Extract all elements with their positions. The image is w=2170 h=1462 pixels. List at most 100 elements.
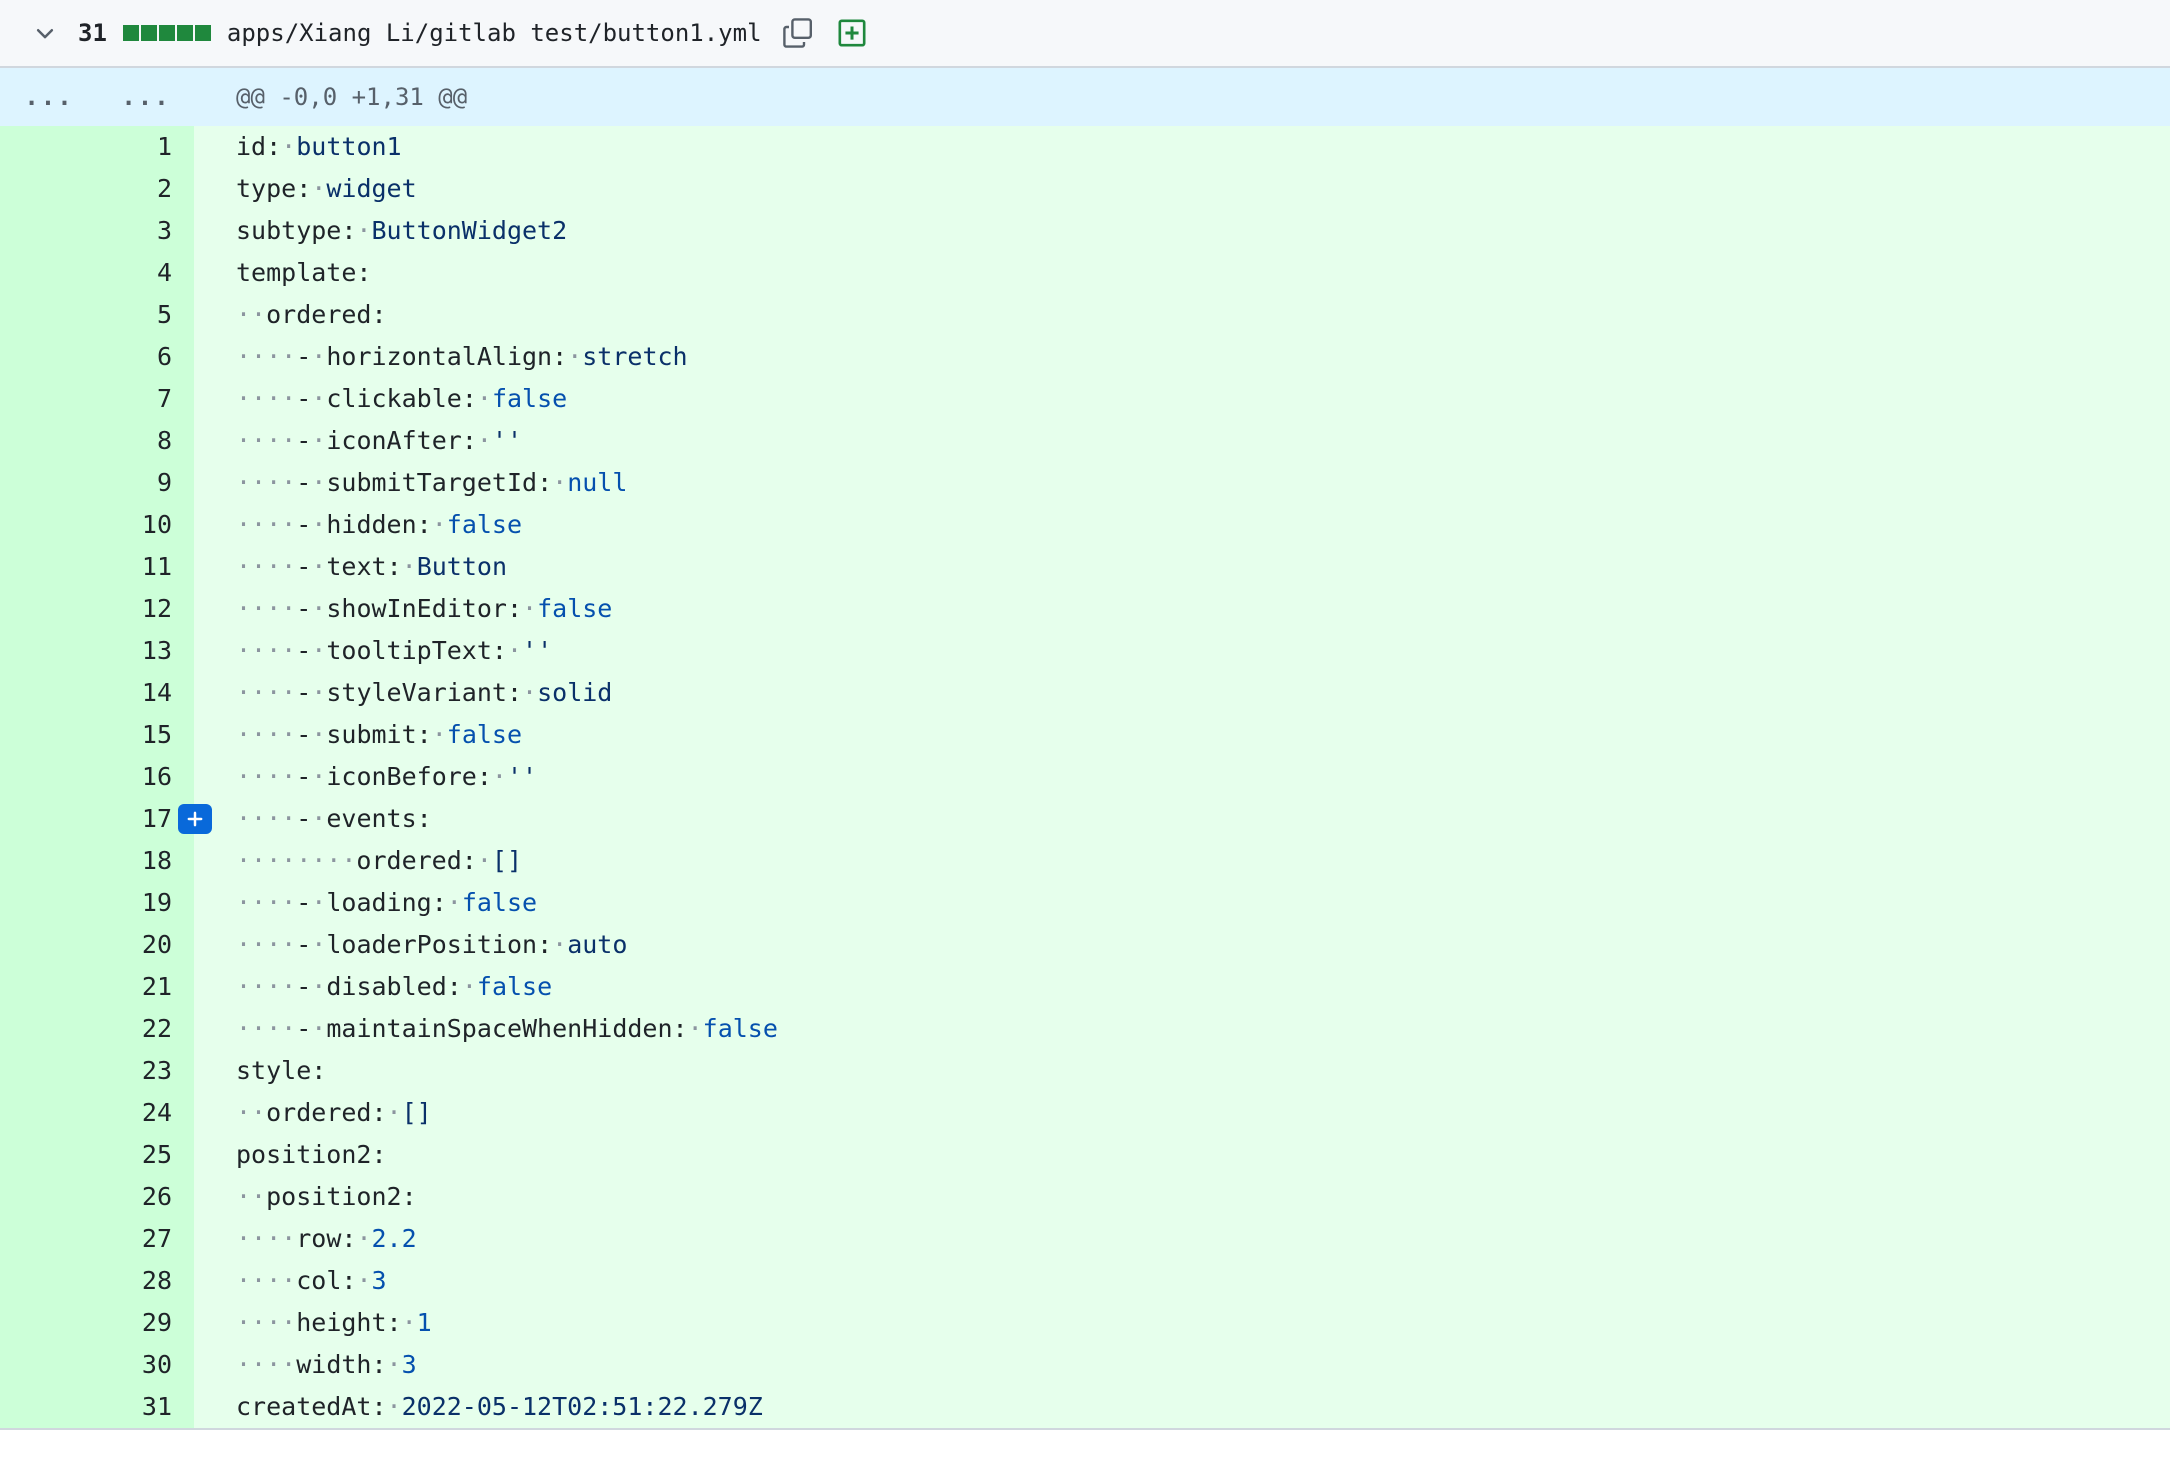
whitespace-marker: ·: [476, 426, 492, 455]
yaml-colon: :: [341, 216, 357, 245]
code-line: subtype:·ButtonWidget2: [194, 210, 2170, 252]
line-number: 4: [156, 258, 172, 287]
whitespace-marker: ·: [356, 1266, 372, 1295]
new-line-number[interactable]: 16: [98, 756, 194, 798]
new-line-number[interactable]: 25: [98, 1134, 194, 1176]
new-line-number[interactable]: 26: [98, 1176, 194, 1218]
yaml-key: disabled: [326, 972, 447, 1001]
whitespace-marker: ·: [401, 552, 417, 581]
diff-line: 21 ····-·disabled:·false: [0, 966, 2170, 1008]
old-line-number: [0, 1176, 98, 1218]
whitespace-marker: ····: [236, 678, 297, 707]
diff-lines: 1 id:·button1 2 type:·widget 3 subtype:·Butto…: [0, 126, 2170, 1428]
line-number: 3: [156, 216, 172, 245]
yaml-value: button1: [296, 132, 402, 161]
new-line-number[interactable]: 28: [98, 1260, 194, 1302]
new-line-number[interactable]: 18: [98, 840, 194, 882]
new-line-number[interactable]: 2: [98, 168, 194, 210]
new-line-number[interactable]: 14: [98, 672, 194, 714]
line-number: 2: [156, 174, 172, 203]
new-line-number[interactable]: 3: [98, 210, 194, 252]
new-line-number[interactable]: 12: [98, 588, 194, 630]
expand-old-button[interactable]: ...: [0, 83, 98, 111]
whitespace-marker: ····: [236, 930, 297, 959]
whitespace-marker: ····: [236, 972, 297, 1001]
yaml-key: text: [326, 552, 387, 581]
new-line-number[interactable]: 5: [98, 294, 194, 336]
whitespace-marker: ·: [311, 1014, 327, 1043]
yaml-key: createdAt: [236, 1392, 372, 1421]
old-line-number: [0, 672, 98, 714]
new-line-number[interactable]: 10: [98, 504, 194, 546]
yaml-value: '': [506, 762, 538, 791]
old-line-number: [0, 630, 98, 672]
new-line-number[interactable]: 8: [98, 420, 194, 462]
add-comment-button[interactable]: [178, 804, 212, 834]
line-number: 26: [141, 1182, 172, 1211]
whitespace-marker: ····: [236, 426, 297, 455]
old-line-number: [0, 252, 98, 294]
new-line-number[interactable]: 7: [98, 378, 194, 420]
line-number: 11: [141, 552, 172, 581]
new-line-number[interactable]: 6: [98, 336, 194, 378]
old-line-number: [0, 756, 98, 798]
yaml-key: position2: [236, 1140, 372, 1169]
diff-line: 27 ····row:·2.2: [0, 1218, 2170, 1260]
line-number: 31: [141, 1392, 172, 1421]
new-line-number[interactable]: 27: [98, 1218, 194, 1260]
new-line-number[interactable]: 17: [98, 798, 212, 840]
new-line-number[interactable]: 29: [98, 1302, 194, 1344]
diff-line: 6 ····-·horizontalAlign:·stretch: [0, 336, 2170, 378]
new-line-number[interactable]: 24: [98, 1092, 194, 1134]
yaml-key: maintainSpaceWhenHidden: [326, 1014, 673, 1043]
new-line-number[interactable]: 19: [98, 882, 194, 924]
line-number: 22: [141, 1014, 172, 1043]
yaml-key: position2: [266, 1182, 402, 1211]
diffstat-added-block: [158, 25, 175, 41]
new-line-number[interactable]: 1: [98, 126, 194, 168]
copy-icon[interactable]: [780, 15, 816, 51]
whitespace-marker: ·: [386, 1098, 402, 1127]
yaml-key: horizontalAlign: [326, 342, 553, 371]
new-line-number[interactable]: 13: [98, 630, 194, 672]
code-line: position2:: [194, 1134, 2170, 1176]
yaml-key: showInEditor: [326, 594, 507, 623]
yaml-value: null: [567, 468, 628, 497]
old-line-number: [0, 294, 98, 336]
whitespace-marker: ·: [311, 930, 327, 959]
whitespace-marker: ·: [311, 468, 327, 497]
whitespace-marker: ·: [311, 594, 327, 623]
new-line-number[interactable]: 22: [98, 1008, 194, 1050]
code-line: ····-·events:: [194, 798, 2170, 840]
diff-line: 14 ····-·styleVariant:·solid: [0, 672, 2170, 714]
yaml-key: style: [236, 1056, 312, 1085]
new-line-number[interactable]: 11: [98, 546, 194, 588]
yaml-key: submit: [326, 720, 417, 749]
new-line-number[interactable]: 23: [98, 1050, 194, 1092]
new-line-number[interactable]: 20: [98, 924, 194, 966]
whitespace-marker: ····: [236, 510, 297, 539]
code-line: ····-·text:·Button: [194, 546, 2170, 588]
additions-count: 31: [78, 19, 107, 47]
chevron-down-icon[interactable]: [30, 18, 60, 48]
new-line-number[interactable]: 15: [98, 714, 194, 756]
diff-line: 1 id:·button1: [0, 126, 2170, 168]
diff-table: ... ... @@ -0,0 +1,31 @@ 1 id:·button1 2 ty…: [0, 68, 2170, 1430]
new-line-number[interactable]: 30: [98, 1344, 194, 1386]
whitespace-marker: ·: [552, 468, 568, 497]
whitespace-marker: ····: [236, 1266, 297, 1295]
line-number: 29: [141, 1308, 172, 1337]
code-line: ····-·styleVariant:·solid: [194, 672, 2170, 714]
whitespace-marker: ····: [236, 762, 297, 791]
new-line-number[interactable]: 21: [98, 966, 194, 1008]
plus-square-icon[interactable]: [834, 15, 870, 51]
file-path[interactable]: apps/Xiang Li/gitlab test/button1.yml: [227, 19, 762, 47]
diff-line: 22 ····-·maintainSpaceWhenHidden:·false: [0, 1008, 2170, 1050]
new-line-number[interactable]: 4: [98, 252, 194, 294]
diffstat-added-block: [176, 25, 193, 41]
new-line-number[interactable]: 9: [98, 462, 194, 504]
yaml-value: false: [702, 1014, 778, 1043]
new-line-number[interactable]: 31: [98, 1386, 194, 1428]
hunk-header: @@ -0,0 +1,31 @@: [236, 83, 468, 111]
expand-new-button[interactable]: ...: [98, 83, 194, 111]
